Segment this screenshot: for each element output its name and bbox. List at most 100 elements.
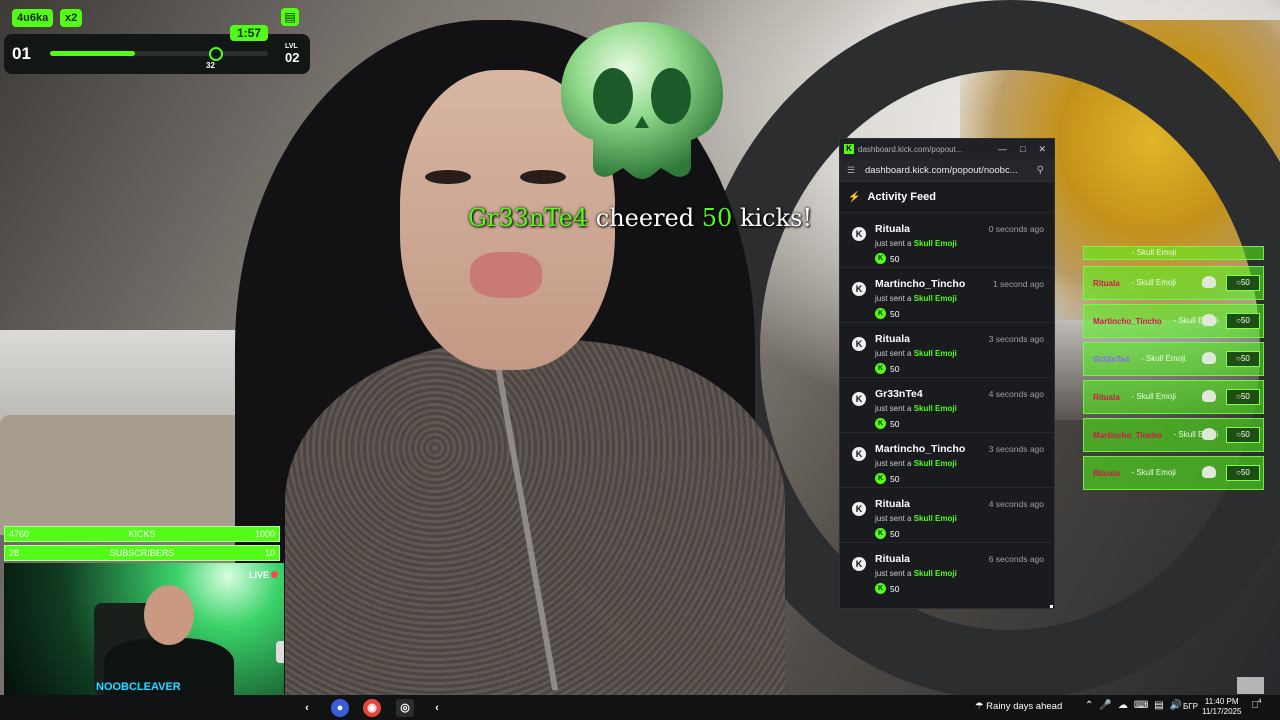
obs-icon[interactable]: ◎ [396,699,414,717]
cheer-name: Gr33nTe4 [467,204,589,232]
kick-coin-icon: K [875,418,886,429]
cheer-alert-text: Gr33nTe4 cheered 50 kicks! [440,204,840,232]
alert-item: - Skull Emoji [1141,354,1186,363]
feed-amount-value: 50 [890,528,900,539]
alert-name: Gr33nTe4 [1093,354,1130,364]
kick-avatar-icon: K [852,502,866,516]
current-level: 01 [12,44,31,63]
scrollbar[interactable] [840,600,1054,608]
feed-amount: K 50 [875,528,899,539]
next-level: 02 [285,50,300,65]
zoom-icon[interactable]: ⚲ [1037,165,1054,176]
alert-item: - Skull Emoji [1131,392,1176,401]
close-icon[interactable]: ✕ [1038,144,1046,155]
clock[interactable]: 11:40 PM 11/17/2025 [1202,697,1241,717]
feed-username[interactable]: Rituala [875,223,910,235]
feed-username[interactable]: Martincho_Tincho [875,443,965,455]
kick-avatar-icon: K [852,282,866,296]
kick-avatar-icon: K [852,557,866,571]
streamer-sweater [285,340,785,695]
kick-coin-icon: K [875,363,886,374]
messenger-icon[interactable]: ● [331,699,349,717]
kick-avatar-icon: K [852,337,866,351]
progress-fill [50,51,136,56]
alert-value-number: 50 [1240,468,1250,477]
activity-feed-item: K Rituala 6 seconds ago just sent a Skull E… [840,542,1054,597]
feed-amount-value: 50 [890,418,900,429]
site-settings-icon[interactable]: ☰ [847,165,859,176]
kicks-label: KICKS [128,529,156,539]
feed-username[interactable]: Gr33nTe4 [875,388,923,400]
activity-feed-header: ⚡ Activity Feed [840,182,1054,212]
alert-value-number: 50 [1240,392,1250,401]
activity-feed-item: K Rituala 0 seconds ago just sent a Skull E… [840,212,1054,267]
feed-time: 3 seconds ago [988,334,1044,344]
activity-feed-item: K Gr33nTe4 4 seconds ago just sent a Skull … [840,377,1054,432]
live-indicator: LIVE [249,570,278,580]
scroll-thumb[interactable] [1050,605,1053,608]
feed-username[interactable]: Rituala [875,333,910,345]
bolt-icon: ⚡ [848,191,861,203]
user-badge: 4u6ka [12,9,54,27]
skull-icon [1202,390,1216,402]
activity-feed-title: Activity Feed [867,191,936,203]
alert-item: - Skull Emoji [1131,248,1177,257]
language-indicator[interactable]: БГР [1183,702,1198,711]
window-titlebar[interactable]: K dashboard.kick.com/popout... — □ ✕ [840,139,1054,159]
minimize-icon[interactable]: — [998,144,1007,155]
feed-amount-value: 50 [890,363,900,374]
feed-amount: K 50 [875,363,899,374]
feed-action-prefix: just sent a [875,294,912,303]
clock-time: 11:40 PM [1204,697,1239,706]
feed-item-name: Skull Emoji [913,569,957,578]
feed-amount: K 50 [875,308,899,319]
skull-icon [1202,352,1216,364]
feed-action-prefix: just sent a [875,514,912,523]
progress-value: 32 [206,61,215,70]
progress-track [50,51,268,56]
feed-time: 4 seconds ago [988,389,1044,399]
feed-username[interactable]: Rituala [875,498,910,510]
weather-widget[interactable]: ☂ Rainy days ahead [975,701,1062,712]
alert-row: Rituala - Skull Emoji ○50 [1083,266,1264,300]
alert-name: Rituala [1093,278,1120,288]
feed-username[interactable]: Rituala [875,553,910,565]
alert-item: - Skull Emoji [1173,316,1218,325]
notification-icon[interactable]: □4 [1252,699,1261,710]
subscribers-goal-bar: 28 SUBSCRIBERS 10 [4,545,280,561]
cheer-amount: 50 [701,204,733,232]
skull-icon [1202,428,1216,440]
kick-app-icon[interactable]: ‹ [298,699,316,717]
feed-time: 4 seconds ago [988,499,1044,509]
alert-value-number: 50 [1240,278,1250,287]
cheer-verb: cheered [595,204,695,232]
alert-row: Rituala - Skull Emoji ○50 [1083,456,1264,490]
address-bar[interactable]: ☰ dashboard.kick.com/popout/noobc... ⚲ [840,159,1054,182]
feed-amount-value: 50 [890,473,900,484]
activity-feed-window: K dashboard.kick.com/popout... — □ ✕ ☰ d… [839,138,1055,609]
multiplier-badge: x2 [60,9,83,27]
alert-value: ○50 [1226,275,1260,291]
alert-name: Rituala [1093,468,1120,478]
progress-knob [209,47,223,61]
alert-row: Martincho_Tincho - Skull Emoji ○50 [1083,304,1264,338]
url-text[interactable]: dashboard.kick.com/popout/noobc... [865,165,1018,176]
show-desktop-thumb[interactable] [1237,677,1264,694]
alert-value-number: 50 [1240,316,1250,325]
clock-date: 11/17/2025 [1202,707,1242,716]
feed-action-prefix: just sent a [875,459,912,468]
system-tray[interactable]: ⌃🎤☁⌨▤🔊 [1085,700,1188,711]
countdown-timer: 1:57 [230,25,268,41]
feed-username[interactable]: Martincho_Tincho [875,278,965,290]
alert-item: - Skull Emoji [1173,430,1218,439]
chrome-icon[interactable]: ◉ [363,699,381,717]
feed-action-prefix: just sent a [875,569,912,578]
live-label: LIVE [248,570,269,580]
alert-value: ○50 [1226,313,1260,329]
alert-item: - Skull Emoji [1131,278,1176,287]
subs-target: 10 [264,548,275,558]
gift-alert-stack: - Skull Emoji Rituala - Skull Emoji ○50 Mar… [1083,246,1264,494]
kick-studio-icon[interactable]: ‹ [428,699,446,717]
maximize-icon[interactable]: □ [1020,144,1025,155]
left-eye [425,170,471,184]
